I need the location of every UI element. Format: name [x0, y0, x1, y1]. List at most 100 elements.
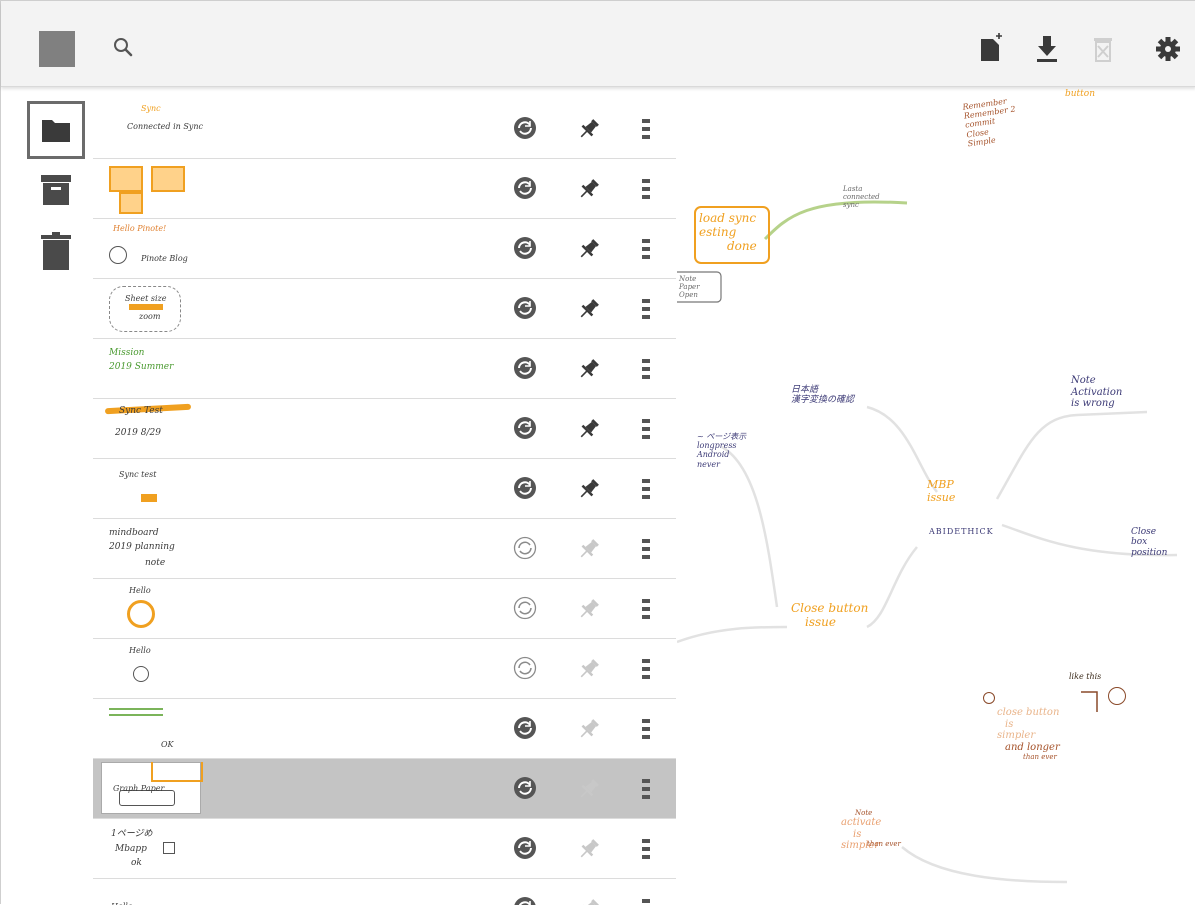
synced-icon[interactable] [513, 416, 537, 440]
delete-icon[interactable] [1088, 31, 1118, 67]
note-row[interactable]: Hello [93, 579, 676, 639]
handwritten-text: issue [927, 492, 955, 505]
note-row[interactable]: Graph Paper [93, 759, 676, 819]
smiley-icon [983, 692, 995, 704]
note-thumbnail[interactable]: Sync test [101, 462, 211, 515]
synced-icon[interactable] [513, 836, 537, 860]
note-thumbnail[interactable]: 1ページめMbappok [101, 822, 211, 875]
note-thumbnail[interactable]: Graph Paper [101, 762, 211, 815]
thumbnail-text: 1ページめ [111, 826, 153, 839]
synced-icon[interactable] [513, 116, 537, 140]
handwritten-text: box [1131, 537, 1167, 547]
handwritten-text: MBP [927, 479, 955, 492]
synced-icon[interactable] [513, 716, 537, 740]
folder-nav-button[interactable] [27, 101, 85, 159]
more-menu-icon[interactable] [641, 297, 651, 321]
pin-icon[interactable] [576, 176, 602, 202]
thumbnail-text: Pinote Blog [141, 254, 188, 263]
thumbnail-text: ok [131, 858, 142, 868]
thumbnail-text: Mission [109, 348, 144, 358]
note-canvas[interactable]: Remember Remember 2 commit Close Simple … [677, 87, 1195, 905]
note-row[interactable]: Sync Test2019 8/29 [93, 399, 676, 459]
pin-icon[interactable] [576, 296, 602, 322]
handwritten-text: Note [841, 809, 901, 817]
handwritten-text: Lasta [843, 185, 880, 193]
more-menu-icon[interactable] [641, 177, 651, 201]
pin-icon[interactable] [576, 656, 602, 682]
pin-icon[interactable] [576, 116, 602, 142]
note-row[interactable]: SyncConnected in Sync [93, 99, 676, 159]
more-menu-icon[interactable] [641, 237, 651, 261]
thumbnail-text: OK [161, 740, 174, 749]
note-thumbnail[interactable]: Hello [101, 642, 211, 695]
trash-nav-button[interactable] [27, 221, 85, 279]
pin-icon[interactable] [576, 356, 602, 382]
pin-icon[interactable] [576, 476, 602, 502]
note-thumbnail[interactable]: Mission2019 Summer [101, 342, 211, 395]
more-menu-icon[interactable] [641, 597, 651, 621]
more-menu-icon[interactable] [641, 837, 651, 861]
note-thumbnail[interactable]: OK [101, 702, 211, 755]
pin-icon[interactable] [576, 596, 602, 622]
pin-icon[interactable] [576, 236, 602, 262]
app-icon[interactable] [39, 31, 75, 67]
note-thumbnail[interactable]: Hello Pinote!Pinote Blog [101, 222, 211, 275]
note-row[interactable]: OK [93, 699, 676, 759]
note-thumbnail[interactable]: Sheet sizezoom [101, 282, 211, 335]
handwritten-text: sync [843, 201, 880, 209]
pin-icon[interactable] [576, 776, 602, 802]
more-menu-icon[interactable] [641, 657, 651, 681]
note-thumbnail[interactable]: SyncConnected in Sync [101, 102, 211, 155]
note-row[interactable]: mindboard2019 planningnote [93, 519, 676, 579]
synced-icon[interactable] [513, 236, 537, 260]
synced-icon[interactable] [513, 476, 537, 500]
sync-pending-icon[interactable] [513, 536, 537, 560]
thumbnail-text: Hello [129, 586, 151, 595]
more-menu-icon[interactable] [641, 357, 651, 381]
thumbnail-text: Sync [141, 104, 161, 113]
handwritten-text: Close [1131, 527, 1167, 537]
new-note-icon[interactable] [977, 31, 1007, 67]
note-row[interactable]: Hello [93, 639, 676, 699]
more-menu-icon[interactable] [641, 417, 651, 441]
thumbnail-text: note [145, 558, 165, 568]
more-menu-icon[interactable] [641, 477, 651, 501]
app-window: SyncConnected in Sync Hello Pinote!Pinote… [0, 0, 1195, 904]
more-menu-icon[interactable] [641, 777, 651, 801]
more-menu-icon[interactable] [641, 537, 651, 561]
handwritten-text: longpress [697, 441, 746, 450]
thumbnail-text: Sheet size [125, 294, 166, 303]
note-thumbnail[interactable]: Hello [101, 582, 211, 635]
note-thumbnail[interactable]: Hello [101, 882, 211, 905]
download-icon[interactable] [1032, 31, 1062, 67]
archive-nav-button[interactable] [27, 161, 85, 219]
sync-pending-icon[interactable] [513, 656, 537, 680]
pin-icon[interactable] [576, 416, 602, 442]
synced-icon[interactable] [513, 296, 537, 320]
synced-icon[interactable] [513, 776, 537, 800]
note-row[interactable] [93, 159, 676, 219]
pin-icon[interactable] [576, 716, 602, 742]
synced-icon[interactable] [513, 356, 537, 380]
more-menu-icon[interactable] [641, 117, 651, 141]
note-row[interactable]: Hello [93, 879, 676, 905]
note-row[interactable]: Hello Pinote!Pinote Blog [93, 219, 676, 279]
note-row[interactable]: Sheet sizezoom [93, 279, 676, 339]
note-thumbnail[interactable]: Sync Test2019 8/29 [101, 402, 211, 455]
note-row[interactable]: Mission2019 Summer [93, 339, 676, 399]
right-mid-note: Close box position [1131, 527, 1167, 558]
handwritten-text: connected [843, 193, 880, 201]
search-icon[interactable] [111, 35, 137, 61]
note-thumbnail[interactable] [101, 162, 211, 215]
note-thumbnail[interactable]: mindboard2019 planningnote [101, 522, 211, 575]
sync-pending-icon[interactable] [513, 596, 537, 620]
synced-icon[interactable] [513, 176, 537, 200]
more-menu-icon[interactable] [641, 717, 651, 741]
settings-icon[interactable] [1153, 31, 1183, 67]
handwritten-text: Note [1071, 375, 1122, 387]
handwritten-text: and longer [997, 742, 1060, 754]
pin-icon[interactable] [576, 836, 602, 862]
note-row[interactable]: Sync test [93, 459, 676, 519]
pin-icon[interactable] [576, 536, 602, 562]
note-row[interactable]: 1ページめMbappok [93, 819, 676, 879]
